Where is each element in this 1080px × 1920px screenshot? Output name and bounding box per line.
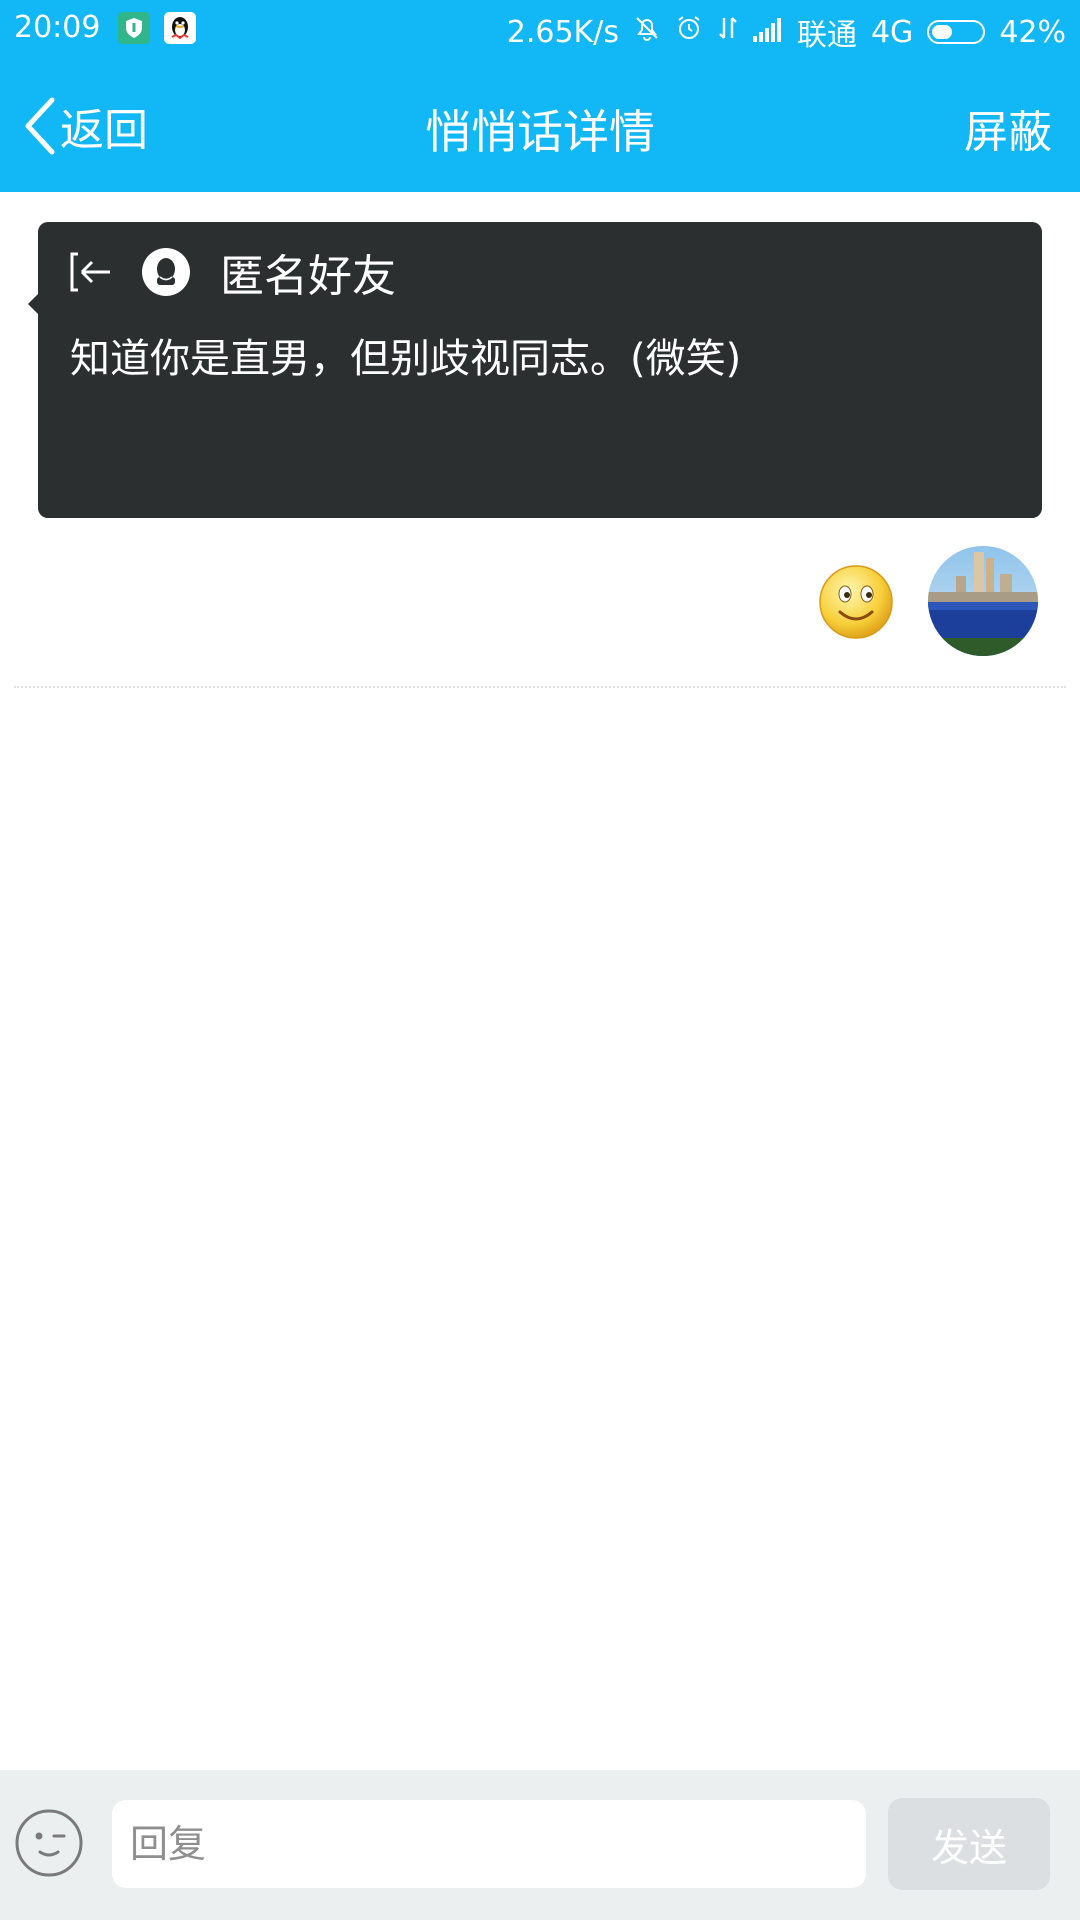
mute-bell-icon — [633, 14, 661, 50]
smiley-face-icon — [818, 564, 894, 640]
sender-name: 匿名好友 — [220, 251, 396, 302]
block-button[interactable]: 屏蔽 — [964, 96, 1052, 160]
network-type: 4G — [870, 14, 914, 50]
status-right: 2.65K/s 联通 4G 42% — [493, 10, 1066, 54]
battery-level-fill — [932, 25, 953, 39]
send-button[interactable]: 发送 — [888, 1798, 1050, 1890]
status-bar: 20:09 2.65K/s 联通 4G 42% — [0, 0, 1080, 56]
emoji-wink-icon[interactable] — [14, 1808, 84, 1878]
security-shield-icon — [118, 11, 151, 44]
net-speed: 2.65K/s — [506, 14, 619, 50]
anonymous-message-card: 匿名好友 知道你是直男，但别歧视同志。(微笑) — [28, 222, 1042, 518]
message-text: 知道你是直男，但别歧视同志。(微笑) — [70, 336, 742, 382]
data-transfer-icon — [717, 14, 739, 50]
card-pointer — [28, 294, 38, 314]
battery-icon — [927, 20, 986, 44]
card-header: 匿名好友 — [68, 244, 396, 302]
reply-row — [0, 540, 1080, 690]
alarm-clock-icon — [675, 14, 703, 50]
page-title: 悄悄话详情 — [425, 105, 655, 159]
status-left: 20:09 — [14, 10, 197, 45]
reply-bar: 发送 — [0, 1770, 1080, 1920]
carrier-name: 联通 — [796, 18, 857, 53]
status-time: 20:09 — [14, 10, 101, 45]
battery-percent: 42% — [999, 14, 1066, 50]
exit-arrow-icon[interactable] — [68, 248, 116, 296]
user-avatar[interactable] — [928, 546, 1038, 656]
title-bar: 返回 悄悄话详情 屏蔽 — [0, 56, 1080, 192]
divider — [14, 686, 1066, 688]
reply-input[interactable] — [112, 1800, 866, 1888]
anonymous-avatar-icon — [142, 248, 190, 296]
qq-penguin-icon — [164, 11, 197, 44]
signal-bars-icon — [752, 15, 783, 50]
